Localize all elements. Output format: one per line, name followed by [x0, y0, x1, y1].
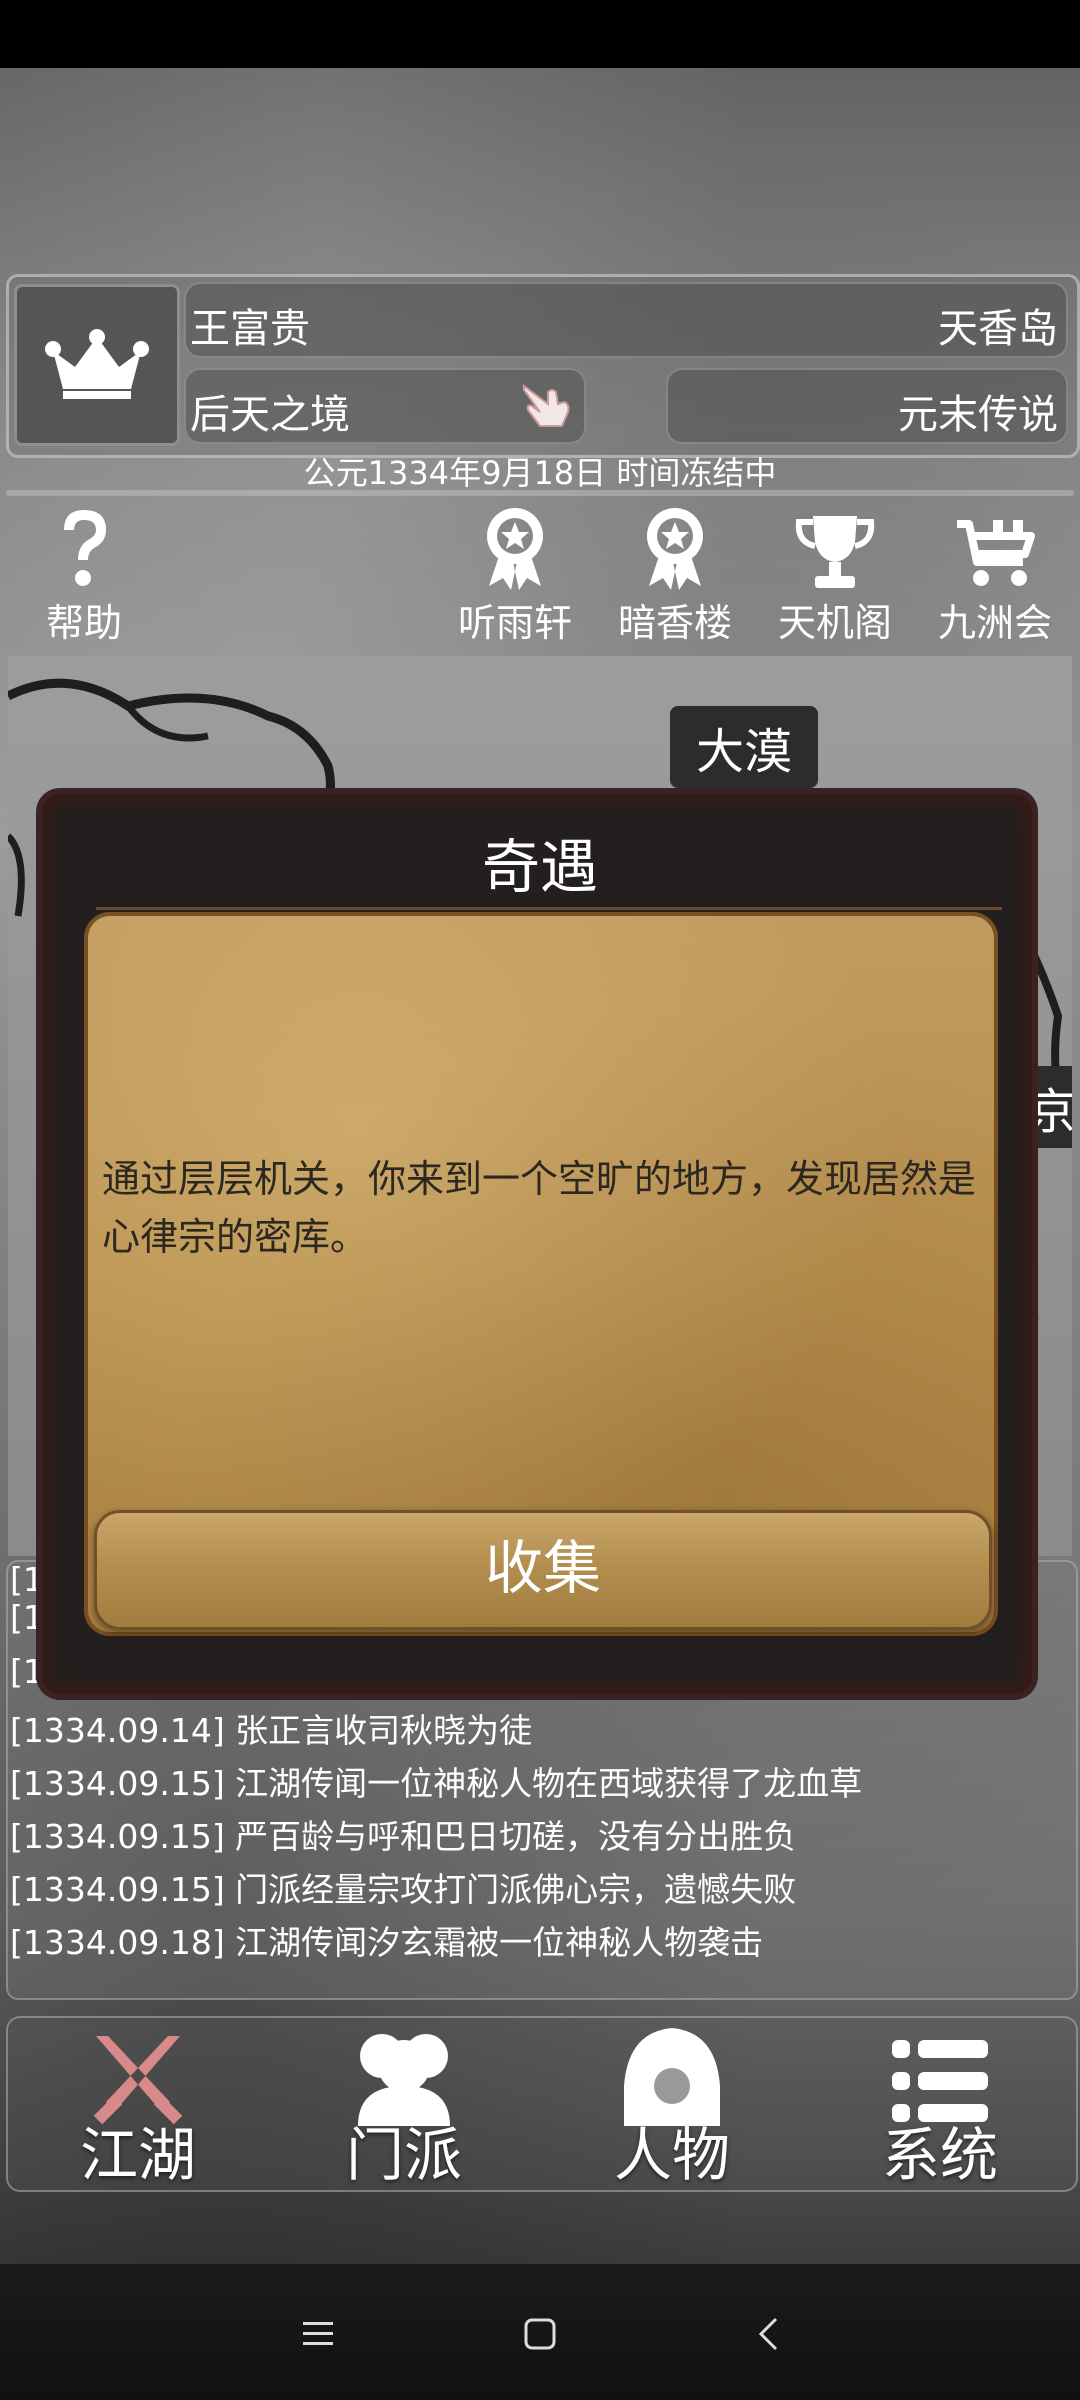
player-realm: 后天之境 — [190, 392, 350, 438]
menu-anxianglou[interactable]: 暗香楼 — [605, 500, 745, 645]
scenario-name: 元末传说 — [898, 392, 1058, 438]
log-line: [1334.09.15] 江湖传闻一位神秘人物在西域获得了龙血草 — [10, 1764, 863, 1803]
menu-help[interactable]: 帮助 — [14, 500, 154, 645]
back-chevron-icon — [758, 2317, 778, 2351]
menu-lines-icon — [303, 2322, 333, 2345]
realm-bar[interactable]: 后天之境 — [184, 368, 586, 444]
avatar[interactable] — [14, 284, 180, 446]
player-name-bar: 王富贵 天香岛 — [184, 282, 1068, 358]
menu-help-label: 帮助 — [45, 601, 122, 645]
menu-anxianglou-label: 暗香楼 — [617, 601, 732, 645]
player-name: 王富贵 — [190, 306, 310, 352]
cart-icon — [957, 520, 1035, 586]
nav-xitong[interactable]: 系统 — [840, 2026, 1040, 2189]
divider — [6, 490, 1074, 496]
scenario-bar[interactable]: 元末传说 — [666, 368, 1068, 444]
back-button[interactable] — [728, 2304, 808, 2364]
nav-menpai-label: 门派 — [345, 2121, 462, 2189]
nav-jianghu[interactable]: 江湖 — [38, 2026, 238, 2189]
map-region-damo[interactable]: 大漠 — [670, 706, 819, 788]
menu-tianjige[interactable]: 天机阁 — [765, 500, 905, 645]
help-icon — [64, 510, 106, 586]
award-ribbon-icon — [487, 508, 543, 590]
nav-renwu-label: 人物 — [613, 2121, 730, 2189]
trophy-icon — [795, 516, 875, 588]
nav-menpai[interactable]: 门派 — [304, 2026, 504, 2189]
game-date-status: 公元1334年9月18日 时间冻结中 — [303, 454, 777, 492]
menu-tingyuxuan[interactable]: 听雨轩 — [445, 500, 585, 645]
tap-hand-icon — [523, 384, 570, 427]
award-ribbon-icon — [647, 508, 703, 590]
menu-jiuzhouhui-label: 九洲会 — [937, 601, 1052, 645]
dialog-title: 奇遇 — [481, 833, 598, 901]
collect-button[interactable]: 收集 — [94, 1510, 992, 1630]
nav-renwu[interactable]: 人物 — [572, 2026, 772, 2189]
home-button[interactable] — [500, 2304, 580, 2364]
dialog-divider — [96, 907, 1002, 910]
log-line: [1334.09.15] 严百龄与呼和巴日切磋，没有分出胜负 — [10, 1817, 797, 1856]
menu-jiuzhouhui[interactable]: 九洲会 — [925, 500, 1065, 645]
nav-jianghu-label: 江湖 — [79, 2121, 196, 2189]
status-bar — [0, 0, 1080, 68]
home-square-icon — [524, 2318, 556, 2350]
log-line: [1334.09.14] 张正言收司秋晓为徒 — [10, 1711, 533, 1750]
menu-tingyuxuan-label: 听雨轩 — [457, 601, 572, 645]
nav-xitong-label: 系统 — [881, 2121, 998, 2189]
dialog-message: 通过层层机关，你来到一个空旷的地方，发现居然是心律宗的密库。 — [102, 1157, 977, 1259]
log-line: [1334.09.15] 门派经量宗攻打门派佛心宗，遗憾失败 — [10, 1870, 797, 1909]
log-line: [1334.09.18] 江湖传闻汐玄霜被一位神秘人物袭击 — [10, 1923, 764, 1962]
recent-apps-button[interactable] — [278, 2304, 358, 2364]
menu-tianjige-label: 天机阁 — [777, 601, 892, 645]
crown-icon — [45, 329, 149, 399]
player-location: 天香岛 — [938, 306, 1058, 352]
